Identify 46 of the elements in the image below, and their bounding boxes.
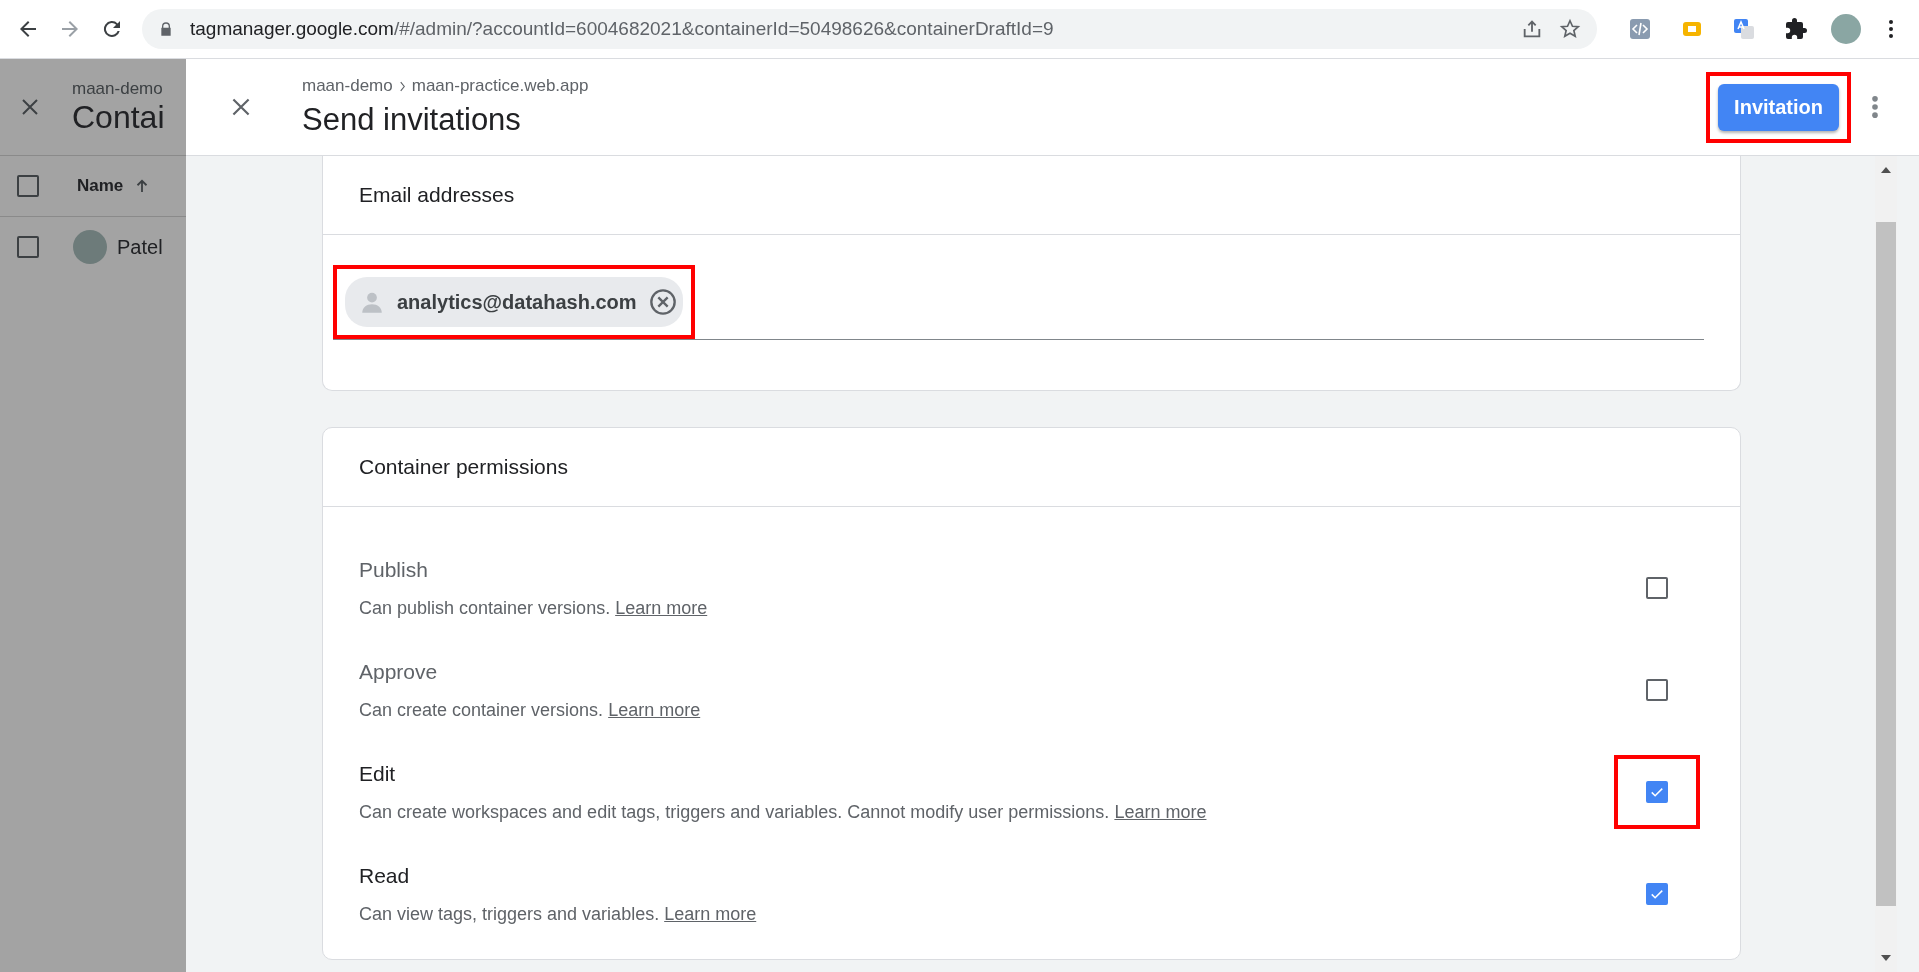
row-checkbox[interactable]: [17, 236, 39, 258]
star-icon[interactable]: [1559, 18, 1581, 40]
page-title: Contai: [72, 98, 165, 136]
card-heading: Container permissions: [323, 428, 1740, 507]
learn-more-link[interactable]: Learn more: [615, 597, 708, 618]
permission-name: Read: [359, 863, 411, 888]
chevron-icon: [398, 80, 406, 92]
email-address: analytics@datahash.com: [397, 290, 637, 314]
scroll-down-icon[interactable]: [1880, 954, 1892, 962]
permission-name: Edit: [359, 761, 397, 786]
column-header[interactable]: Name: [77, 176, 124, 196]
learn-more-link[interactable]: Learn more: [664, 903, 757, 924]
permission-checkbox[interactable]: [1646, 781, 1668, 803]
url-text: tagmanager.google.com/#/admin/?accountId=6004682021&containerId=50498626&containerDraftId=9: [190, 18, 1055, 40]
permission-description: Can publish container versions. Learn more: [359, 597, 709, 619]
permission-checkbox[interactable]: [1646, 577, 1668, 599]
account-name: maan-demo: [72, 78, 164, 99]
select-all-checkbox[interactable]: [17, 175, 39, 197]
email-input-field[interactable]: analytics@datahash.com: [333, 265, 1704, 340]
dialog-title: Send invitations: [302, 102, 522, 138]
profile-avatar[interactable]: [1831, 14, 1861, 44]
permission-checkbox[interactable]: [1646, 883, 1668, 905]
user-avatar: [73, 230, 107, 264]
breadcrumb-item[interactable]: maan-practice.web.app: [411, 76, 589, 96]
lock-icon[interactable]: [158, 21, 174, 37]
permission-description: Can create workspaces and edit tags, triggers and variables. Cannot modify user permissions. Learn more: [359, 801, 1208, 823]
card-heading: Email addresses: [323, 156, 1740, 235]
remove-icon[interactable]: [648, 288, 677, 316]
user-name: Patel: [117, 235, 163, 259]
permission-name: Approve: [359, 659, 439, 684]
permission-checkbox[interactable]: [1646, 679, 1668, 701]
email-chip[interactable]: analytics@datahash.com: [345, 277, 683, 327]
translate-extension-icon[interactable]: [1732, 17, 1756, 41]
learn-more-link[interactable]: Learn more: [1114, 801, 1207, 822]
puzzle-piece-icon[interactable]: [1784, 17, 1808, 41]
learn-more-link[interactable]: Learn more: [608, 699, 701, 720]
address-bar[interactable]: tagmanager.google.com/#/admin/?accountId=6004682021&containerId=50498626&containerDraftId=9: [142, 9, 1597, 49]
permission-description: Can view tags, triggers and variables. Learn more: [359, 903, 758, 925]
scroll-up-icon[interactable]: [1880, 166, 1892, 174]
breadcrumb-item[interactable]: maan-demo: [302, 76, 393, 96]
permission-description: Can create container versions. Learn more: [359, 699, 702, 721]
code-extension-icon[interactable]: [1628, 17, 1652, 41]
invitation-button[interactable]: Invitation: [1718, 83, 1839, 131]
scrollbar-thumb[interactable]: [1876, 222, 1896, 906]
share-icon[interactable]: [1521, 18, 1543, 40]
permission-name: Publish: [359, 557, 429, 582]
